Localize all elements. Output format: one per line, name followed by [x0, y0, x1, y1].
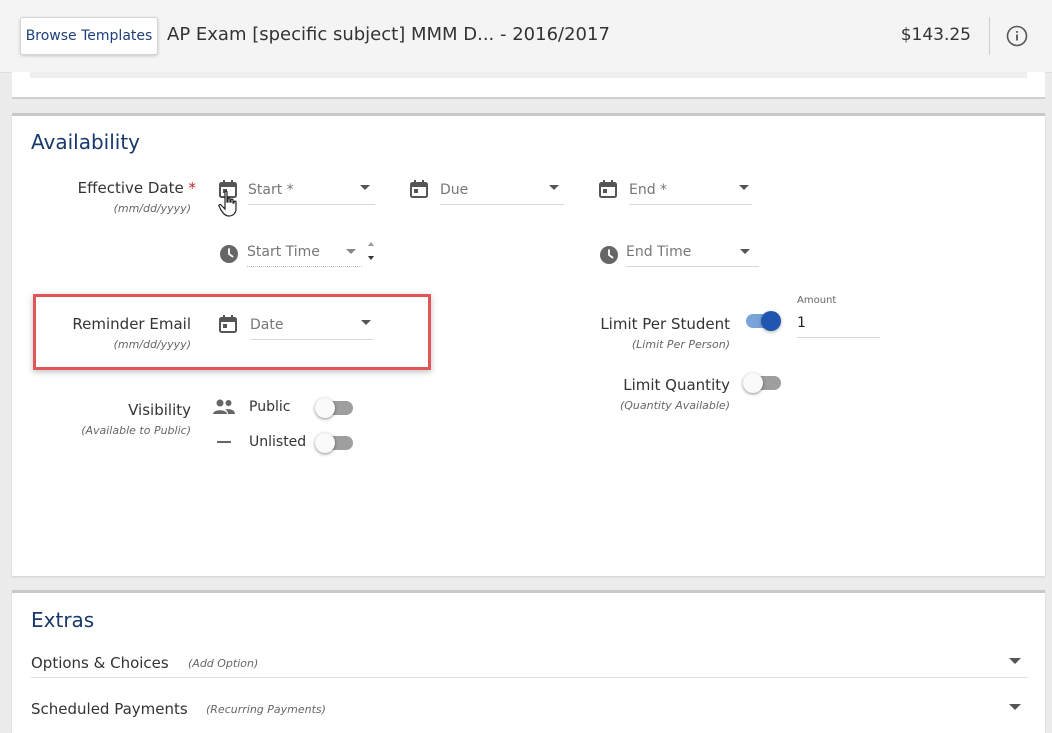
clock-icon — [220, 245, 238, 263]
previous-section-content — [30, 72, 1027, 78]
unlisted-toggle-knob[interactable] — [315, 433, 335, 453]
start-time-input[interactable]: Start Time — [247, 240, 362, 267]
chevron-down-icon — [346, 249, 356, 254]
extras-row-payments[interactable]: Scheduled Payments (Recurring Payments) — [31, 696, 1028, 723]
extras-title: Extras — [31, 608, 95, 632]
hand-cursor-icon — [218, 190, 237, 217]
people-icon — [213, 399, 235, 414]
amount-input[interactable]: 1 — [797, 311, 880, 338]
dash-icon — [217, 441, 231, 443]
public-toggle-knob[interactable] — [315, 398, 335, 418]
options-choices-label: Options & Choices — [31, 654, 169, 672]
time-stepper[interactable] — [366, 238, 376, 264]
limit-per-student-label: Limit Per Student — [600, 315, 730, 333]
limit-quantity-sub: (Quantity Available) — [619, 399, 730, 412]
end-time-input[interactable]: End Time — [626, 240, 759, 267]
clock-icon — [600, 246, 618, 264]
calendar-icon[interactable] — [218, 314, 238, 334]
limit-per-student-toggle-knob[interactable] — [761, 311, 781, 331]
start-date-input[interactable]: Start * — [248, 178, 375, 205]
limit-per-student-sub: (Limit Per Person) — [631, 338, 730, 351]
visibility-label: Visibility — [128, 401, 191, 419]
price-label: $143.25 — [900, 25, 971, 45]
scheduled-payments-label: Scheduled Payments — [31, 700, 188, 718]
limit-quantity-label: Limit Quantity — [623, 376, 730, 394]
chevron-down-icon — [739, 185, 749, 190]
options-choices-sub: (Add Option) — [188, 657, 259, 670]
unlisted-label: Unlisted — [249, 434, 307, 450]
availability-title: Availability — [31, 130, 141, 154]
visibility-sub: (Available to Public) — [81, 424, 191, 437]
required-marker: * — [188, 179, 197, 197]
end-date-input[interactable]: End * — [629, 178, 752, 205]
chevron-down-icon[interactable] — [1009, 704, 1021, 710]
effective-date-label: Effective Date * — [77, 179, 197, 197]
chevron-down-icon — [361, 320, 371, 325]
due-date-input[interactable]: Due — [440, 178, 564, 205]
chevron-down-icon[interactable] — [1009, 658, 1021, 664]
page-title: AP Exam [specific subject] MMM D... - 20… — [167, 24, 610, 45]
scheduled-payments-sub: (Recurring Payments) — [206, 703, 326, 716]
limit-quantity-toggle-knob[interactable] — [743, 373, 763, 393]
public-label: Public — [249, 399, 291, 415]
amount-label: Amount — [797, 295, 837, 306]
effective-date-format: (mm/dd/yyyy) — [113, 202, 191, 215]
chevron-down-icon — [740, 249, 750, 254]
calendar-icon[interactable] — [409, 179, 429, 199]
reminder-email-label: Reminder Email — [72, 315, 191, 333]
browse-templates-button[interactable]: Browse Templates — [20, 17, 158, 55]
reminder-email-format: (mm/dd/yyyy) — [113, 338, 191, 351]
extras-row-options[interactable]: Options & Choices (Add Option) — [31, 650, 1028, 678]
calendar-icon[interactable] — [598, 179, 618, 199]
header-divider — [989, 17, 990, 55]
reminder-date-input[interactable]: Date — [250, 313, 374, 340]
chevron-down-icon — [549, 185, 559, 190]
info-circle-icon[interactable] — [1006, 25, 1028, 47]
chevron-down-icon — [360, 185, 370, 190]
